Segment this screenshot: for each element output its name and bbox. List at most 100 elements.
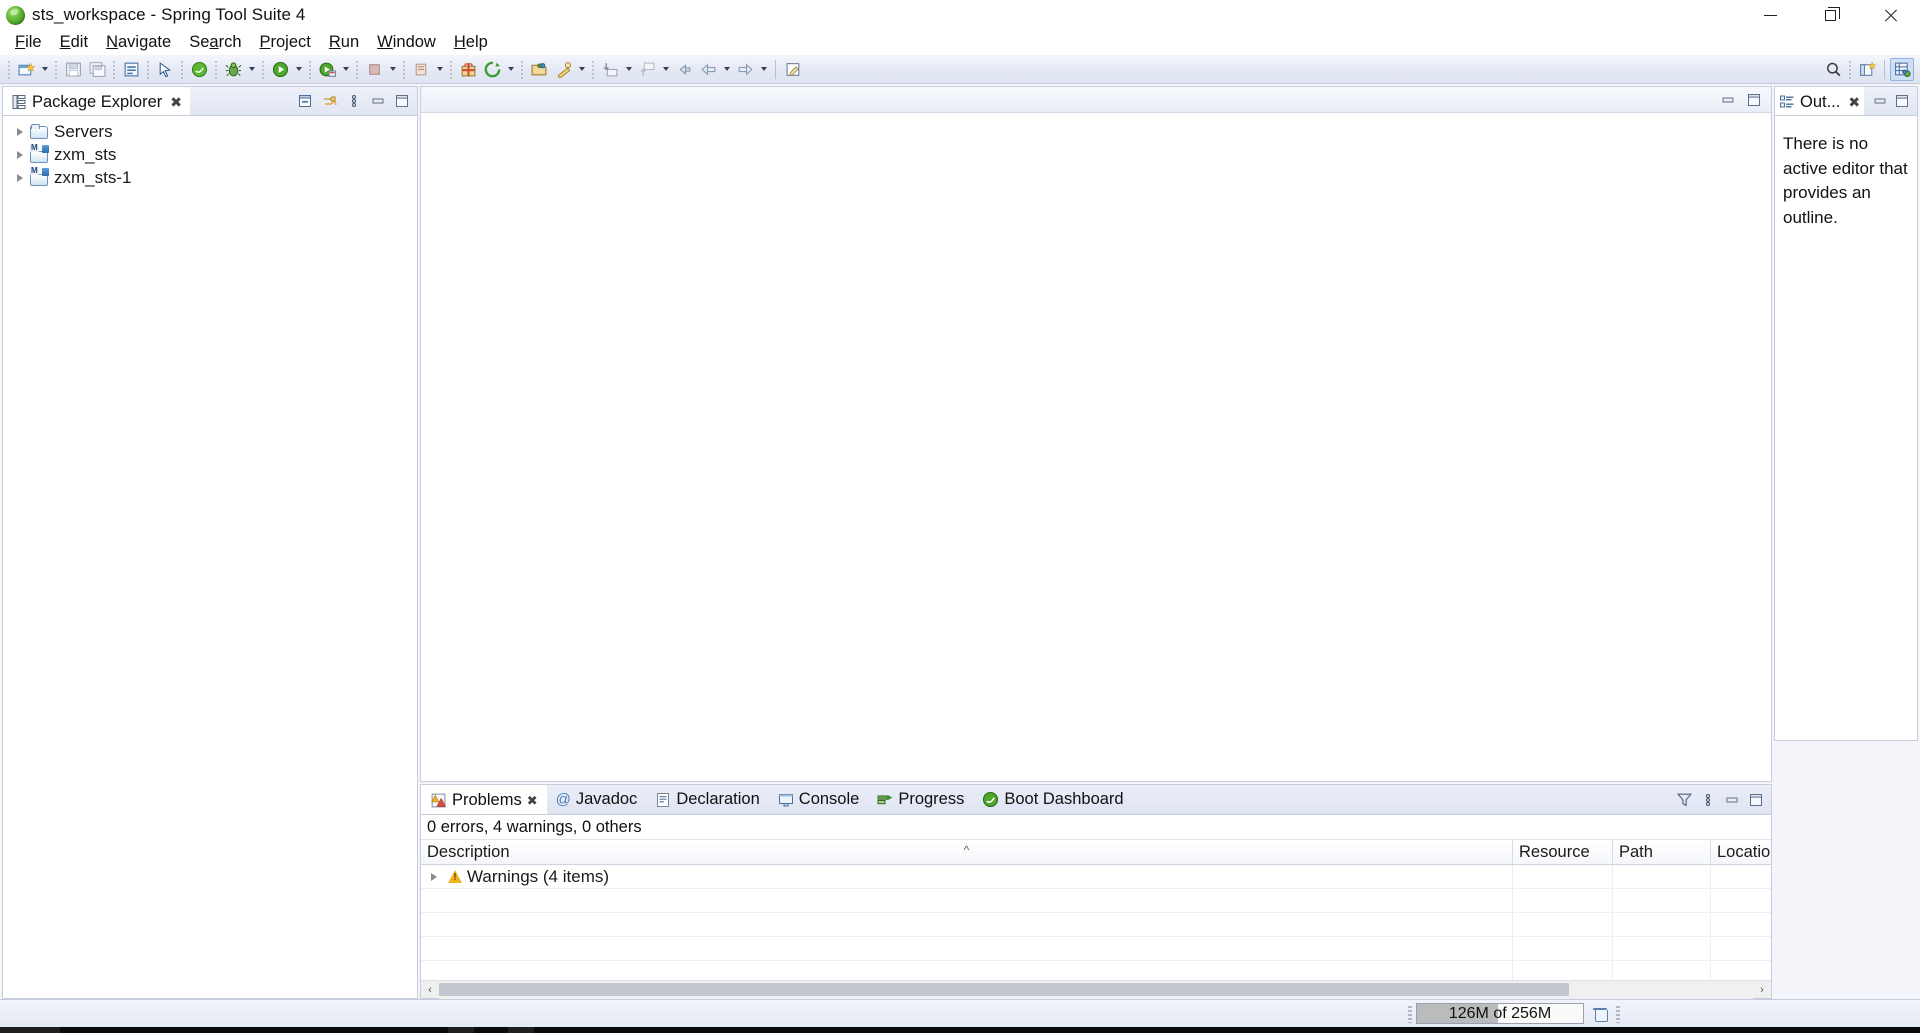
next-annotation-button[interactable] xyxy=(598,58,622,81)
run-gc-button[interactable] xyxy=(1588,1003,1612,1024)
tree-item-servers[interactable]: Servers xyxy=(3,120,417,143)
tab-boot-dashboard[interactable]: Boot Dashboard xyxy=(973,785,1132,814)
open-type-button[interactable] xyxy=(527,58,551,81)
next-annotation-dropdown[interactable] xyxy=(622,58,635,81)
save-all-button[interactable] xyxy=(85,58,109,81)
tree-item-zxm-sts[interactable]: zxm_sts xyxy=(3,143,417,166)
spring-boot-button[interactable] xyxy=(187,58,211,81)
heap-monitor[interactable]: 126M of 256M xyxy=(1416,1003,1584,1024)
filters-button[interactable] xyxy=(1673,789,1695,811)
new-wizard-button[interactable] xyxy=(14,58,38,81)
perspective-java-ee-button[interactable] xyxy=(1890,58,1914,81)
scroll-right-arrow-icon[interactable]: › xyxy=(1753,981,1771,999)
tab-progress[interactable]: Progress xyxy=(868,785,973,814)
scrollbar-thumb[interactable] xyxy=(439,982,1570,996)
restore-button[interactable] xyxy=(1800,0,1860,30)
refresh-boot-dropdown[interactable] xyxy=(504,58,517,81)
view-menu-button[interactable] xyxy=(343,90,365,112)
link-with-editor-button[interactable] xyxy=(319,90,341,112)
run-as-server-button[interactable] xyxy=(315,58,339,81)
expand-arrow-icon[interactable] xyxy=(11,127,29,136)
tab-console[interactable]: Console xyxy=(769,785,869,814)
tab-package-explorer[interactable]: Package Explorer ✖ xyxy=(3,87,190,115)
close-icon[interactable]: ✖ xyxy=(527,793,538,809)
menu-edit[interactable]: Edit xyxy=(51,31,97,54)
menu-project[interactable]: Project xyxy=(251,31,320,54)
maximize-view-button[interactable] xyxy=(1745,789,1767,811)
maximize-view-button[interactable] xyxy=(391,90,413,112)
new-spring-starter-button[interactable] xyxy=(456,58,480,81)
menu-help[interactable]: Help xyxy=(445,31,497,54)
minimize-editor-area-button[interactable] xyxy=(1717,89,1739,111)
table-row[interactable] xyxy=(421,913,1771,937)
stop-button[interactable] xyxy=(362,58,386,81)
menu-search[interactable]: Search xyxy=(180,31,250,54)
external-tools-dropdown[interactable] xyxy=(575,58,588,81)
new-java-class-button[interactable] xyxy=(119,58,143,81)
refresh-boot-button[interactable] xyxy=(480,58,504,81)
back-history-button[interactable] xyxy=(672,58,696,81)
back-dropdown[interactable] xyxy=(720,58,733,81)
close-button[interactable] xyxy=(1860,0,1920,30)
package-explorer-tree[interactable]: Servers zxm_sts zxm_sts-1 xyxy=(3,116,417,998)
column-header-path[interactable]: Path xyxy=(1613,840,1711,864)
close-icon[interactable]: ✖ xyxy=(170,94,182,111)
tree-item-zxm-sts-1[interactable]: zxm_sts-1 xyxy=(3,166,417,189)
tab-outline[interactable]: Out... ✖ xyxy=(1775,87,1865,115)
table-row[interactable] xyxy=(421,889,1771,913)
empty-editor-surface[interactable] xyxy=(421,113,1771,781)
close-icon[interactable]: ✖ xyxy=(1848,94,1860,111)
heap-drag-handle[interactable] xyxy=(1408,1004,1412,1023)
view-menu-button[interactable] xyxy=(1697,789,1719,811)
table-row[interactable] xyxy=(421,937,1771,961)
external-tools-button[interactable] xyxy=(551,58,575,81)
run-as-server-dropdown[interactable] xyxy=(339,58,352,81)
quick-access-search-button[interactable] xyxy=(1821,58,1845,81)
tab-problems[interactable]: Problems ✖ xyxy=(421,785,547,814)
minimize-button[interactable] xyxy=(1740,0,1800,30)
previous-annotation-dropdown[interactable] xyxy=(659,58,672,81)
expand-arrow-icon[interactable] xyxy=(11,150,29,159)
minimize-view-button[interactable] xyxy=(1869,90,1891,112)
problems-horizontal-scrollbar[interactable]: ‹ › xyxy=(421,980,1771,999)
column-header-description[interactable]: Description ^ xyxy=(421,840,1513,864)
menu-file[interactable]: File xyxy=(6,31,51,54)
menu-navigate[interactable]: Navigate xyxy=(97,31,180,54)
column-header-location[interactable]: Locatio xyxy=(1711,840,1771,864)
maximize-view-button[interactable] xyxy=(1891,90,1913,112)
run-dropdown[interactable] xyxy=(292,58,305,81)
taskbar-item[interactable] xyxy=(508,1027,534,1033)
problems-table-body[interactable]: Warnings (4 items) xyxy=(421,865,1771,985)
collapse-all-button[interactable] xyxy=(295,90,317,112)
coverage-dropdown[interactable] xyxy=(433,58,446,81)
menu-window[interactable]: Window xyxy=(368,31,445,54)
new-wizard-dropdown[interactable] xyxy=(38,58,51,81)
back-button[interactable] xyxy=(696,58,720,81)
scroll-left-arrow-icon[interactable]: ‹ xyxy=(421,981,439,999)
table-row[interactable]: Warnings (4 items) xyxy=(421,865,1771,889)
tab-declaration[interactable]: Declaration xyxy=(646,785,768,814)
column-header-resource[interactable]: Resource xyxy=(1513,840,1613,864)
stop-dropdown[interactable] xyxy=(386,58,399,81)
new-editor-button[interactable] xyxy=(781,58,805,81)
forward-dropdown[interactable] xyxy=(757,58,770,81)
link-editor-button[interactable] xyxy=(153,58,177,81)
menu-run[interactable]: Run xyxy=(320,31,368,54)
expand-arrow-icon[interactable] xyxy=(11,173,29,182)
debug-dropdown[interactable] xyxy=(245,58,258,81)
forward-button[interactable] xyxy=(733,58,757,81)
status-drag-handle[interactable] xyxy=(1616,1004,1620,1023)
tab-javadoc[interactable]: @ Javadoc xyxy=(547,785,647,814)
maximize-editor-area-button[interactable] xyxy=(1743,89,1765,111)
coverage-button[interactable] xyxy=(409,58,433,81)
minimize-view-button[interactable] xyxy=(1721,789,1743,811)
taskbar-item[interactable] xyxy=(0,1027,60,1033)
expand-arrow-icon[interactable] xyxy=(425,872,443,881)
debug-button[interactable] xyxy=(221,58,245,81)
run-button[interactable] xyxy=(268,58,292,81)
open-perspective-button[interactable] xyxy=(1855,58,1879,81)
scrollbar-track[interactable] xyxy=(439,980,1753,999)
previous-annotation-button[interactable] xyxy=(635,58,659,81)
taskbar-item[interactable] xyxy=(448,1027,474,1033)
minimize-view-button[interactable] xyxy=(367,90,389,112)
